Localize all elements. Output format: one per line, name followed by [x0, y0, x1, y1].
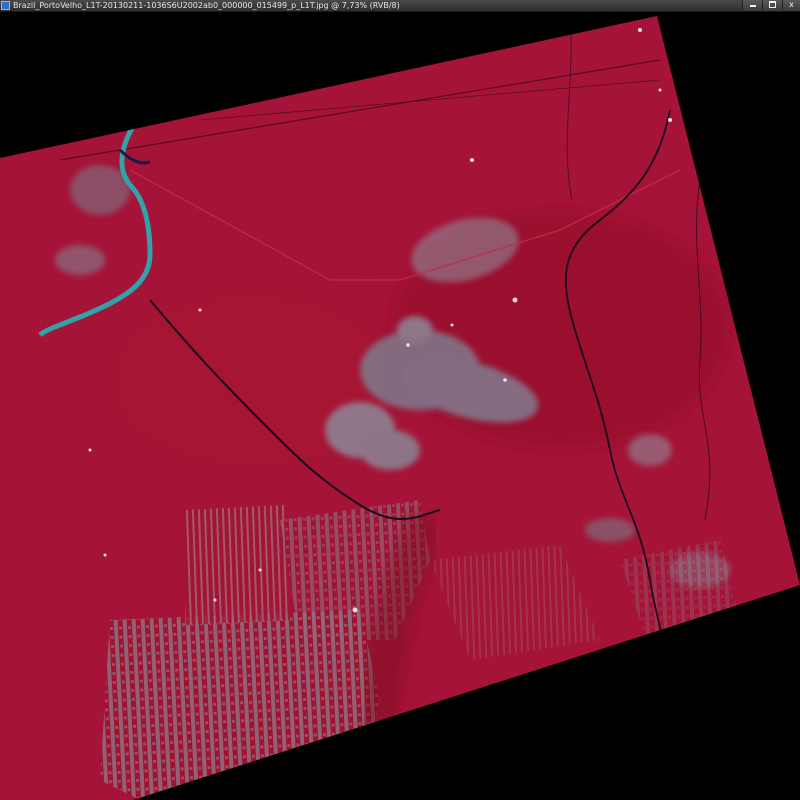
close-icon: x: [789, 0, 794, 9]
image-canvas[interactable]: [0, 12, 800, 800]
maximize-icon: [769, 0, 776, 8]
window-titlebar[interactable]: Brazil_PortoVelho_L1T-20130211-1036S6U20…: [0, 0, 800, 12]
photoshop-document-icon: [1, 1, 10, 10]
close-button[interactable]: x: [782, 0, 800, 11]
satellite-image: [0, 16, 800, 800]
minimize-icon: [749, 5, 756, 7]
maximize-button[interactable]: [762, 0, 782, 11]
minimize-button[interactable]: [742, 0, 762, 11]
window-title: Brazil_PortoVelho_L1T-20130211-1036S6U20…: [13, 1, 400, 10]
